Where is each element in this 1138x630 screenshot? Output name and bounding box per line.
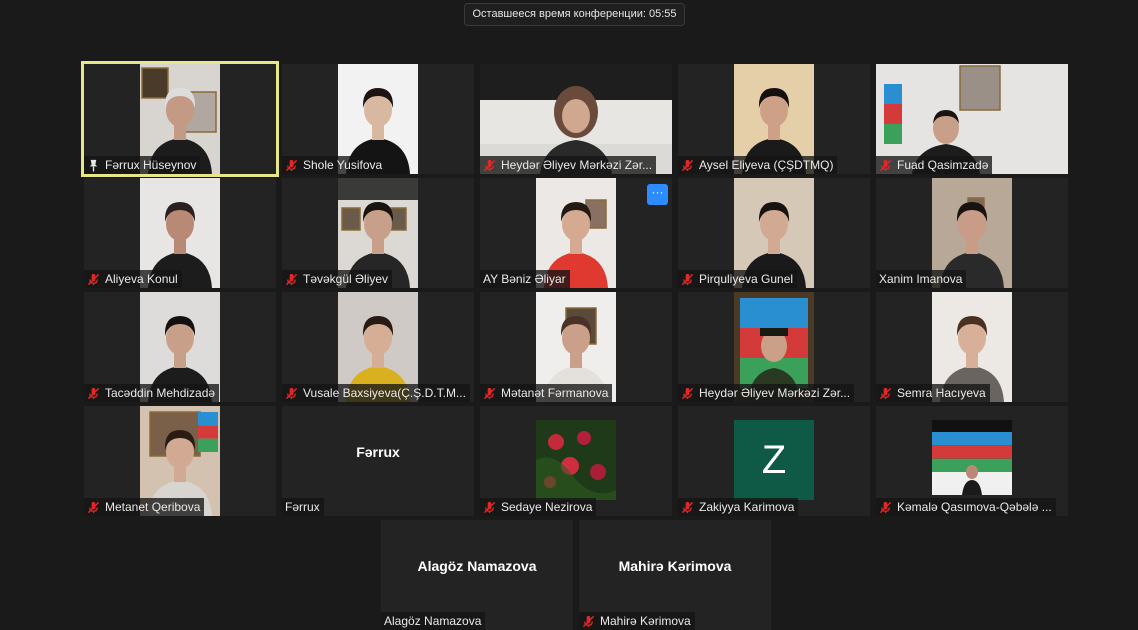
participant-name: Shole Yusifova bbox=[303, 158, 383, 172]
participant-name-label: Heydər Əliyev Mərkəzi Zər... bbox=[480, 156, 657, 174]
avatar: Z bbox=[734, 420, 814, 500]
participant-name-label: AY Bəniz Əliyar bbox=[480, 270, 570, 288]
mic-muted-icon bbox=[681, 273, 699, 286]
participant-name: Aliyeva Konul bbox=[105, 272, 178, 286]
mic-muted-icon bbox=[681, 387, 699, 400]
pin-icon bbox=[87, 159, 105, 172]
participant-name: Alagöz Namazova bbox=[384, 614, 482, 628]
participant-tile[interactable]: Xanim Imanova bbox=[876, 178, 1068, 288]
participant-name: Kəmalə Qasımova-Qəbələ ... bbox=[897, 500, 1052, 514]
participant-tile[interactable]: Heydər Əliyev Mərkəzi Zər... bbox=[480, 64, 672, 174]
mic-muted-icon bbox=[483, 387, 501, 400]
participant-tile[interactable]: Pirquliyeva Gunel bbox=[678, 178, 870, 288]
participant-display-name: Alagöz Namazova bbox=[417, 558, 537, 574]
participant-tile[interactable]: Fərrux Hüseynov bbox=[81, 61, 279, 177]
mic-muted-icon bbox=[681, 501, 699, 514]
participant-name: Sedaye Nezirova bbox=[501, 500, 593, 514]
participant-name: Tacəddin Mehdizadə bbox=[105, 386, 216, 400]
participant-name: Heydər Əliyev Mərkəzi Zər... bbox=[699, 386, 851, 400]
participant-name-label: Tacəddin Mehdizadə bbox=[84, 384, 220, 402]
participant-name-label: Təvəkgül Əliyev bbox=[282, 270, 393, 288]
participant-name: Heydər Əliyev Mərkəzi Zər... bbox=[501, 158, 653, 172]
participant-tile[interactable]: Aysel Eliyeva (ÇŞDTMQ) bbox=[678, 64, 870, 174]
participant-tile[interactable]: Təvəkgül Əliyev bbox=[282, 178, 474, 288]
mic-muted-icon bbox=[285, 159, 303, 172]
participant-name: Metanet Qeribova bbox=[105, 500, 201, 514]
participant-name: Təvəkgül Əliyev bbox=[303, 272, 389, 286]
participant-name: Mətanət Fərmanova bbox=[501, 386, 609, 400]
participant-name-label: Sedaye Nezirova bbox=[480, 498, 597, 516]
participant-tile[interactable]: Sedaye Nezirova bbox=[480, 406, 672, 516]
participant-tile[interactable]: ··· AY Bəniz Əliyar bbox=[480, 178, 672, 288]
mic-muted-icon bbox=[879, 501, 897, 514]
participant-name-label: Fərrux Hüseynov bbox=[84, 156, 201, 174]
participant-name-label: Kəmalə Qasımova-Qəbələ ... bbox=[876, 498, 1056, 516]
participant-tile[interactable]: Semra Hacıyeva bbox=[876, 292, 1068, 402]
participant-tile[interactable]: Mahirə Kərimova Mahirə Kərimova bbox=[579, 520, 771, 630]
participant-name: AY Bəniz Əliyar bbox=[483, 272, 566, 286]
participant-name-label: Aysel Eliyeva (ÇŞDTMQ) bbox=[678, 156, 838, 174]
mic-muted-icon bbox=[582, 615, 600, 628]
participant-name: Vusale Baxsiyeva(Ç.Ş.D.T.M... bbox=[303, 386, 466, 400]
participant-name: Fərrux Hüseynov bbox=[105, 158, 197, 172]
mic-muted-icon bbox=[285, 273, 303, 286]
participant-tile[interactable]: Shole Yusifova bbox=[282, 64, 474, 174]
participant-name: Xanim Imanova bbox=[879, 272, 963, 286]
participant-tile[interactable]: Kəmalə Qasımova-Qəbələ ... bbox=[876, 406, 1068, 516]
participant-name: Semra Hacıyeva bbox=[897, 386, 986, 400]
participant-display-name: Mahirə Kərimova bbox=[618, 558, 732, 574]
participant-tile[interactable]: Metanet Qeribova bbox=[84, 406, 276, 516]
participant-tile[interactable]: Vusale Baxsiyeva(Ç.Ş.D.T.M... bbox=[282, 292, 474, 402]
participant-tile[interactable]: Z Zakiyya Karimova bbox=[678, 406, 870, 516]
participant-display-name: Fərrux bbox=[356, 444, 400, 460]
mic-muted-icon bbox=[483, 159, 501, 172]
participant-name-label: Mahirə Kərimova bbox=[579, 612, 695, 630]
remaining-time-banner: Оставшееся время конференции: 05:55 bbox=[464, 3, 685, 26]
participant-tile[interactable]: Fuad Qasimzadə bbox=[876, 64, 1068, 174]
mic-muted-icon bbox=[681, 159, 699, 172]
mic-muted-icon bbox=[483, 501, 501, 514]
mic-muted-icon bbox=[87, 501, 105, 514]
participant-name: Fuad Qasimzadə bbox=[897, 158, 989, 172]
participant-name-label: Pirquliyeva Gunel bbox=[678, 270, 798, 288]
participant-name: Pirquliyeva Gunel bbox=[699, 272, 794, 286]
participant-name-label: Heydər Əliyev Mərkəzi Zər... bbox=[678, 384, 855, 402]
participant-name-label: Aliyeva Konul bbox=[84, 270, 182, 288]
participant-name-label: Vusale Baxsiyeva(Ç.Ş.D.T.M... bbox=[282, 384, 470, 402]
participant-name-label: Xanim Imanova bbox=[876, 270, 967, 288]
participant-name-label: Fərrux bbox=[282, 498, 324, 516]
participant-name-label: Shole Yusifova bbox=[282, 156, 387, 174]
participant-name-label: Semra Hacıyeva bbox=[876, 384, 990, 402]
participant-name-label: Mətanət Fərmanova bbox=[480, 384, 613, 402]
participant-name-label: Zakiyya Karimova bbox=[678, 498, 799, 516]
participant-tile[interactable]: Aliyeva Konul bbox=[84, 178, 276, 288]
mic-muted-icon bbox=[879, 159, 897, 172]
mic-muted-icon bbox=[285, 387, 303, 400]
participant-name: Fərrux bbox=[285, 500, 320, 514]
participant-name-label: Fuad Qasimzadə bbox=[876, 156, 993, 174]
participant-name-label: Metanet Qeribova bbox=[84, 498, 205, 516]
participant-tile[interactable]: Heydər Əliyev Mərkəzi Zər... bbox=[678, 292, 870, 402]
participant-tile[interactable]: Tacəddin Mehdizadə bbox=[84, 292, 276, 402]
participant-video bbox=[536, 420, 616, 500]
participant-tile[interactable]: Mətanət Fərmanova bbox=[480, 292, 672, 402]
participant-name-label: Alagöz Namazova bbox=[381, 612, 486, 630]
more-options-button[interactable]: ··· bbox=[647, 184, 668, 205]
participant-name: Mahirə Kərimova bbox=[600, 614, 691, 628]
participant-tile[interactable]: Fərrux Fərrux bbox=[282, 406, 474, 516]
mic-muted-icon bbox=[87, 387, 105, 400]
mic-muted-icon bbox=[87, 273, 105, 286]
participant-tile[interactable]: Alagöz Namazova Alagöz Namazova bbox=[381, 520, 573, 630]
participant-video bbox=[932, 420, 1012, 495]
participant-name: Zakiyya Karimova bbox=[699, 500, 795, 514]
mic-muted-icon bbox=[879, 387, 897, 400]
participant-name: Aysel Eliyeva (ÇŞDTMQ) bbox=[699, 158, 834, 172]
